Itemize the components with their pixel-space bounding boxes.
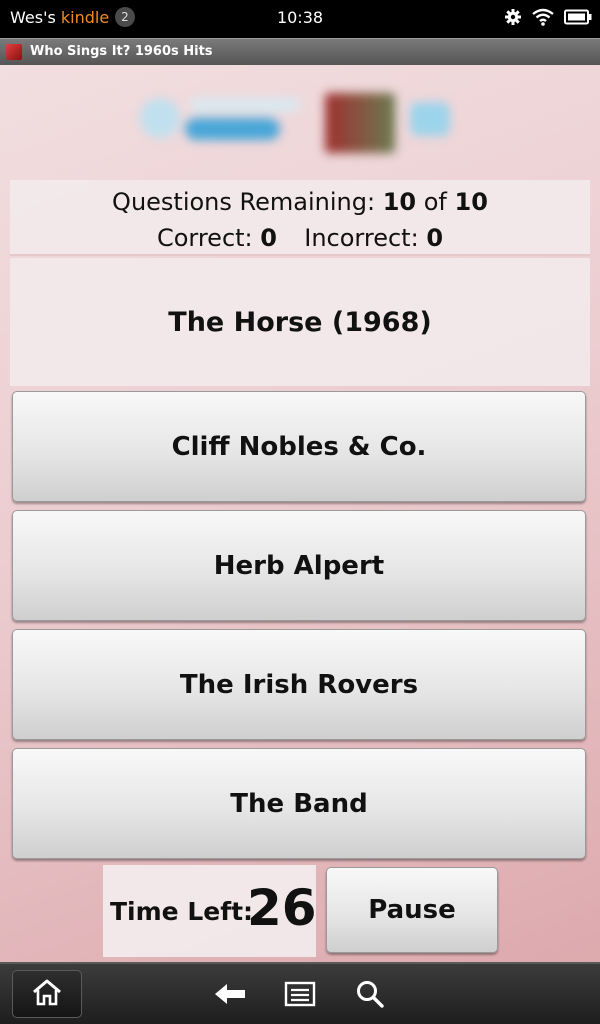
wifi-icon (532, 8, 554, 30)
remaining-label: Questions Remaining: (112, 188, 376, 216)
home-icon (31, 978, 63, 1010)
score-panel: Questions Remaining: 10 of 10 Correct: 0… (10, 180, 590, 256)
incorrect-label: Incorrect: (304, 224, 419, 252)
pause-button[interactable]: Pause (326, 867, 498, 953)
back-arrow-icon[interactable] (212, 978, 248, 1010)
bottom-nav-bar (0, 962, 600, 1024)
total-value: 10 (454, 188, 488, 216)
correct-label: Correct: (156, 224, 253, 252)
ad-banner[interactable] (130, 88, 460, 158)
incorrect-value: 0 (426, 224, 444, 252)
home-button[interactable] (12, 970, 82, 1018)
answer-button-4[interactable]: The Band (12, 748, 586, 859)
app-title-bar: Who Sings It? 1960s Hits (0, 38, 600, 65)
settings-gear-icon[interactable] (504, 8, 522, 30)
status-icons (504, 6, 592, 32)
remaining-value: 10 (382, 188, 417, 216)
question-panel: The Horse (1968) (10, 258, 590, 386)
of-label: of (423, 188, 447, 216)
timer-label: Time Left: (110, 897, 254, 926)
menu-icon[interactable] (282, 978, 318, 1010)
questions-remaining-line: Questions Remaining: 10 of 10 (10, 188, 590, 216)
battery-icon (564, 9, 592, 29)
question-text: The Horse (1968) (168, 306, 432, 338)
search-icon[interactable] (352, 978, 388, 1010)
correct-value: 0 (260, 224, 277, 252)
correct-incorrect-line: Correct: 0 Incorrect: 0 (10, 224, 590, 252)
timer-box: Time Left: 26 (103, 865, 317, 957)
answer-button-1[interactable]: Cliff Nobles & Co. (12, 391, 586, 502)
app-title: Who Sings It? 1960s Hits (30, 44, 213, 59)
timer-value: 26 (247, 879, 317, 937)
status-bar: Wes's kindle 2 10:38 (0, 0, 600, 38)
answer-button-3[interactable]: The Irish Rovers (12, 629, 586, 740)
app-icon (6, 44, 22, 60)
answer-button-2[interactable]: Herb Alpert (12, 510, 586, 621)
